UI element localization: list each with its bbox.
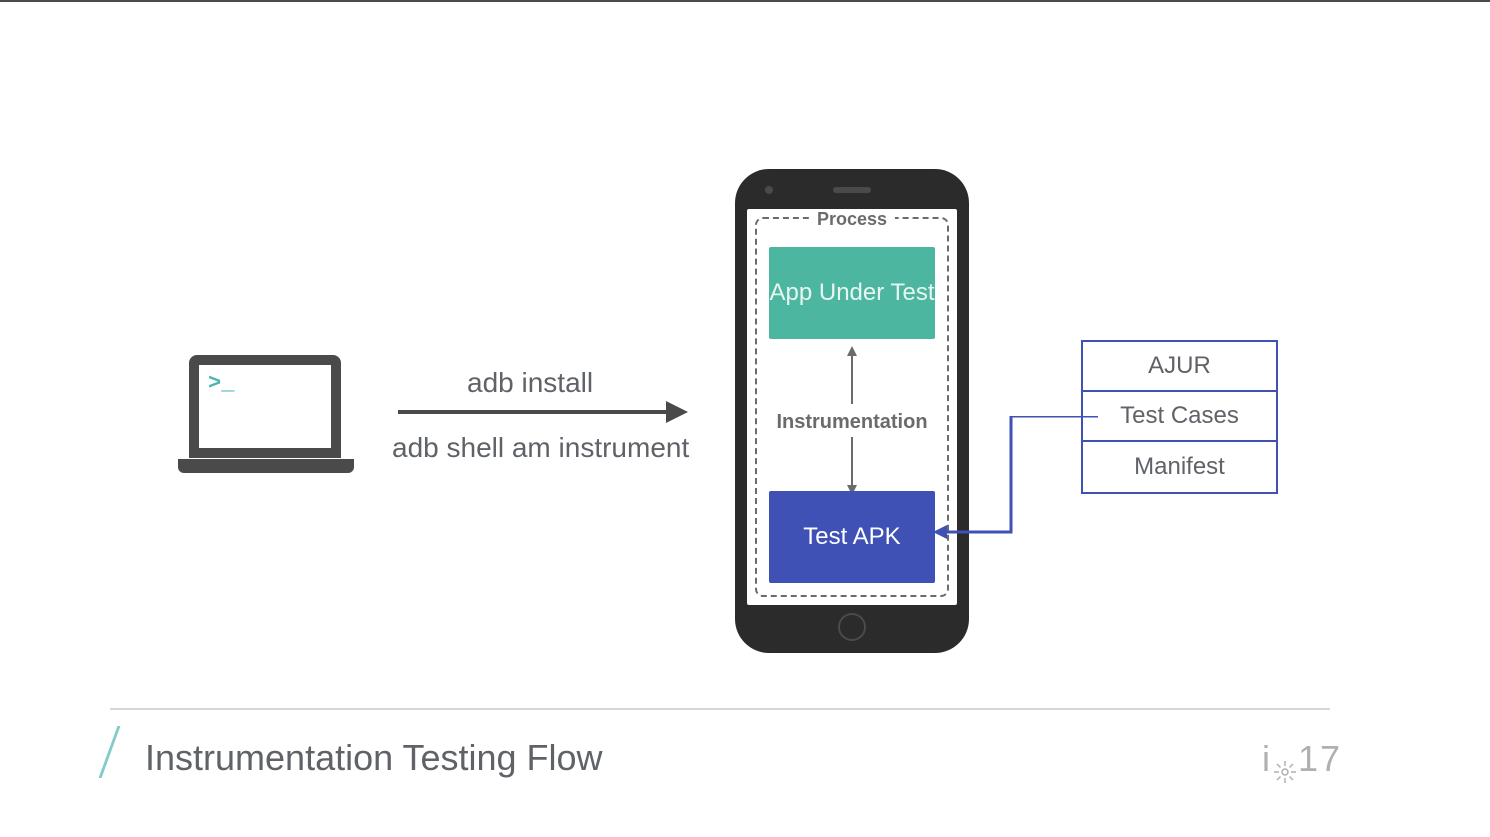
io-logo-17: 17 (1298, 738, 1342, 779)
footer-title: Instrumentation Testing Flow (145, 737, 603, 779)
io17-logo: i 17 (1262, 738, 1342, 780)
process-label: Process (809, 209, 895, 230)
process-box: Process App Under Test Instrumentation T… (755, 217, 949, 597)
apk-row-testcases: Test Cases (1083, 392, 1276, 442)
instrumentation-label: Instrumentation (757, 411, 947, 434)
phone-icon: Process App Under Test Instrumentation T… (735, 169, 969, 653)
arrow-vertical-up-icon (847, 346, 857, 404)
slide: >_ adb install adb shell am instrument P… (0, 0, 1490, 837)
arrow-right-icon (398, 397, 688, 427)
laptop-base (178, 459, 354, 473)
app-under-test-box: App Under Test (769, 247, 935, 339)
apk-contents-table: AJUR Test Cases Manifest (1081, 340, 1278, 494)
phone-screen: Process App Under Test Instrumentation T… (747, 209, 957, 605)
test-apk-box: Test APK (769, 491, 935, 583)
apk-row-manifest: Manifest (1083, 442, 1276, 492)
adb-install-label: adb install (467, 367, 593, 399)
connector-arrow-icon (933, 416, 1098, 546)
laptop-screen: >_ (189, 355, 341, 458)
footer-divider (110, 708, 1330, 710)
io-logo-dot-icon (1274, 750, 1296, 772)
arrow-vertical-down-icon (847, 437, 857, 495)
terminal-prompt-icon: >_ (208, 371, 234, 396)
apk-row-ajur: AJUR (1083, 342, 1276, 392)
phone-home-button-icon (838, 613, 866, 641)
io-logo-i: i (1262, 738, 1272, 779)
laptop-icon: >_ (178, 355, 354, 473)
adb-instrument-label: adb shell am instrument (392, 432, 689, 464)
